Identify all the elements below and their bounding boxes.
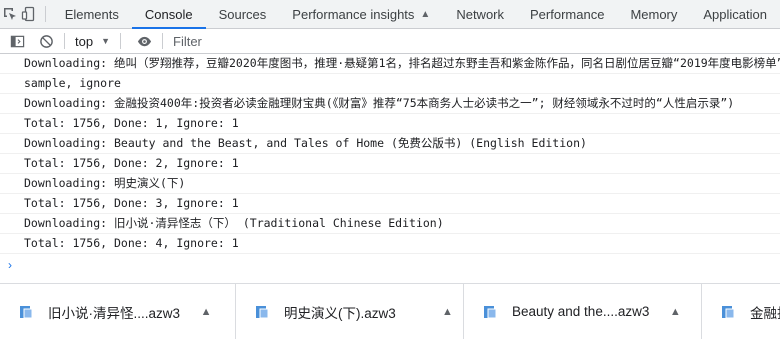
toolbar-separator bbox=[162, 33, 163, 49]
toolbar-separator bbox=[64, 33, 65, 49]
tab-memory[interactable]: Memory bbox=[617, 0, 690, 28]
file-icon bbox=[256, 305, 269, 318]
download-shelf: 旧小说·清异怪....azw3 ▲ 明史演义(下).azw3 ▲ Beauty … bbox=[0, 283, 780, 339]
log-message: Downloading: 旧小说·清异怪志（下） (Traditional Ch… bbox=[0, 214, 780, 234]
download-filename: 明史演义(下).azw3 bbox=[284, 305, 396, 321]
inspect-element-icon[interactable] bbox=[0, 0, 19, 28]
download-item[interactable]: Beauty and the....azw3 ▲ bbox=[464, 284, 702, 339]
tab-label: Application bbox=[703, 6, 767, 22]
console-toolbar: top ▼ bbox=[0, 29, 780, 54]
prompt-caret-icon: › bbox=[8, 258, 12, 272]
download-filename: 金融投 bbox=[750, 305, 780, 321]
tab-label: Console bbox=[144, 6, 193, 22]
tab-elements[interactable]: Elements bbox=[52, 0, 132, 28]
tab-console[interactable]: Console bbox=[131, 0, 206, 29]
context-value: top bbox=[75, 33, 94, 49]
download-filename: Beauty and the....azw3 bbox=[512, 304, 650, 319]
log-message: Downloading: 绝叫（罗翔推荐，豆瓣2020年度图书，推理·悬疑第1名… bbox=[0, 54, 780, 74]
file-icon bbox=[484, 305, 497, 318]
tab-performance[interactable]: Performance bbox=[517, 0, 617, 28]
console-output[interactable]: Downloading: 绝叫（罗翔推荐，豆瓣2020年度图书，推理·悬疑第1名… bbox=[0, 54, 780, 283]
devtools-tabbar: Elements Console Sources Performance ins… bbox=[0, 0, 780, 29]
file-icon bbox=[20, 305, 33, 318]
tab-sources[interactable]: Sources bbox=[206, 0, 280, 28]
download-item[interactable]: 明史演义(下).azw3 ▲ bbox=[236, 284, 464, 339]
log-message: Downloading: 金融投资400年:投资者必读金融理财宝典(《财富》推荐… bbox=[0, 94, 780, 114]
download-filename: 旧小说·清异怪....azw3 bbox=[48, 305, 181, 321]
console-prompt[interactable]: › bbox=[0, 254, 780, 276]
filter-box[interactable] bbox=[169, 29, 780, 53]
chevron-up-icon[interactable]: ▲ bbox=[667, 306, 683, 318]
flask-icon: ▲ bbox=[420, 8, 431, 20]
tab-network[interactable]: Network bbox=[443, 0, 517, 28]
tab-label: Performance insights bbox=[292, 6, 415, 22]
chevron-up-icon[interactable]: ▲ bbox=[198, 306, 214, 318]
filter-input[interactable] bbox=[169, 33, 780, 49]
tab-label: Memory bbox=[630, 6, 678, 22]
chevron-down-icon: ▼ bbox=[101, 36, 110, 46]
log-message: Downloading: 明史演义(下) bbox=[0, 174, 780, 194]
log-message: Total: 1756, Done: 4, Ignore: 1 bbox=[0, 234, 780, 254]
log-message: Downloading: Beauty and the Beast, and T… bbox=[0, 134, 780, 154]
file-icon bbox=[722, 305, 735, 318]
tab-label: Network bbox=[456, 6, 505, 22]
download-item[interactable]: 金融投 bbox=[702, 284, 780, 339]
tab-label: Sources bbox=[218, 6, 267, 22]
tab-performance-insights[interactable]: Performance insights ▲ bbox=[279, 0, 443, 28]
log-message: Total: 1756, Done: 2, Ignore: 1 bbox=[0, 154, 780, 174]
clear-console-icon[interactable] bbox=[34, 29, 58, 53]
log-message: sample, ignore bbox=[0, 74, 780, 94]
tab-label: Elements bbox=[64, 6, 119, 22]
toolbar-separator bbox=[120, 33, 121, 49]
log-message: Total: 1756, Done: 3, Ignore: 1 bbox=[0, 194, 780, 214]
log-message: Total: 1756, Done: 1, Ignore: 1 bbox=[0, 114, 780, 134]
download-item[interactable]: 旧小说·清异怪....azw3 ▲ bbox=[0, 284, 236, 339]
chevron-up-icon[interactable]: ▲ bbox=[442, 306, 453, 318]
sidebar-toggle-icon[interactable] bbox=[5, 29, 29, 53]
tab-label: Performance bbox=[530, 6, 605, 22]
context-selector[interactable]: top ▼ bbox=[71, 34, 114, 49]
tab-separator bbox=[44, 6, 46, 22]
tab-application[interactable]: Application bbox=[690, 0, 780, 28]
eye-icon[interactable] bbox=[132, 29, 156, 53]
device-toolbar-icon[interactable] bbox=[19, 0, 38, 28]
